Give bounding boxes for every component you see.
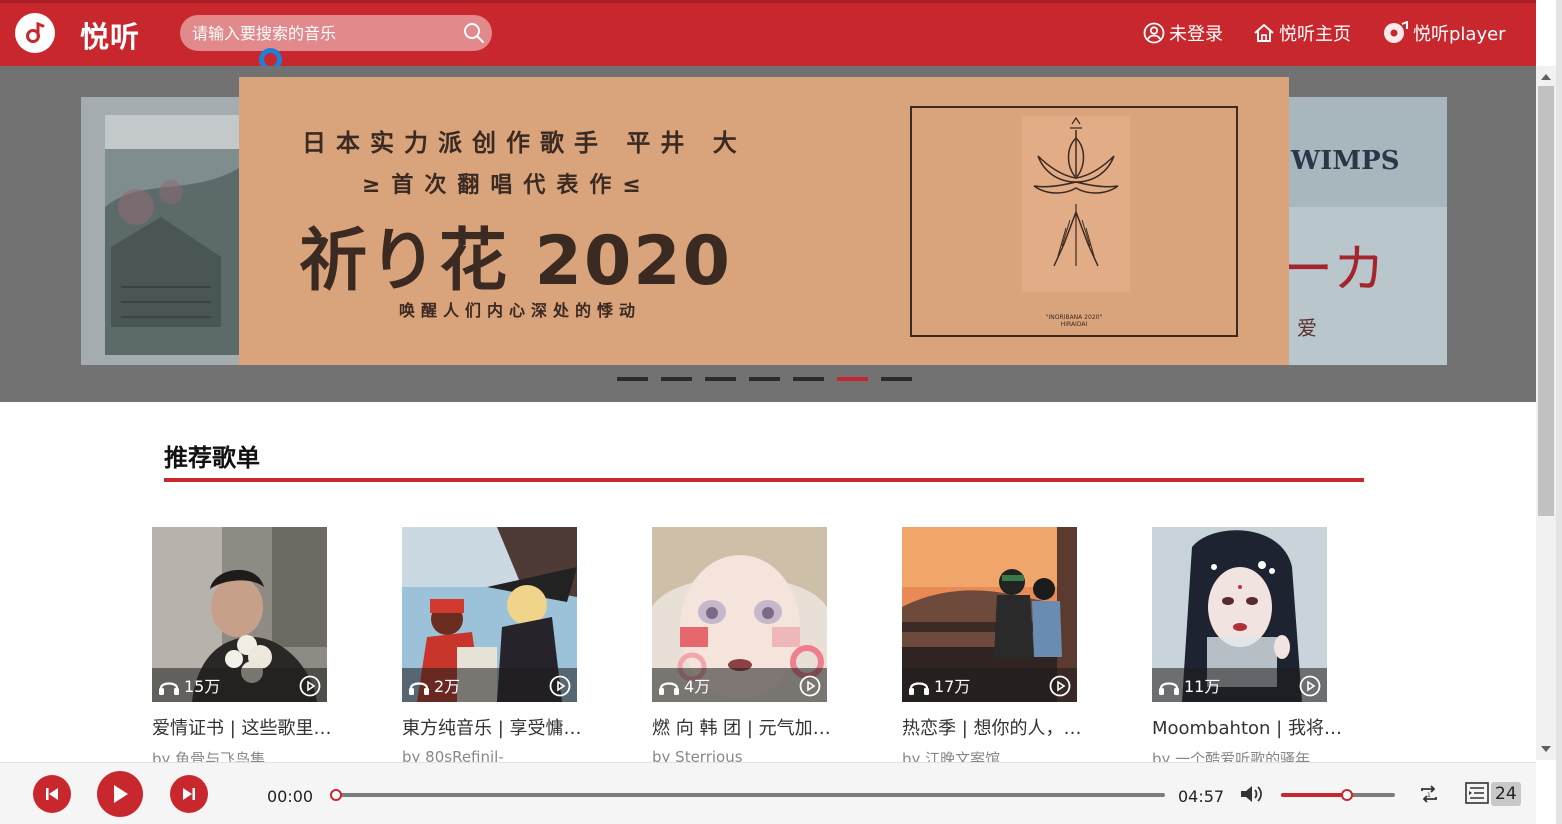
playlist-card[interactable]: 17万 热恋季 | 想你的人，你想的人 by 江晚文案馆 xyxy=(902,527,1102,769)
carousel-dot[interactable] xyxy=(705,377,736,381)
play-circle-icon[interactable] xyxy=(549,675,571,697)
headphones-icon xyxy=(659,682,679,695)
playlist-card[interactable]: 2万 東方纯音乐 | 享受慵懒的午后时光 by 80sRefinil- xyxy=(402,527,602,766)
playlist-title[interactable]: 東方纯音乐 | 享受慵懒的午后时光 xyxy=(402,714,597,740)
banner-song-title: 祈り花 2020 xyxy=(299,222,732,301)
scroll-up-arrow-icon[interactable] xyxy=(1541,74,1551,80)
logo-music-note-icon[interactable] xyxy=(15,13,55,53)
banner-next-slide[interactable]: WIMPS ーカ 爱 xyxy=(1287,97,1447,365)
banner-prev-slide[interactable] xyxy=(81,97,241,365)
play-icon xyxy=(114,785,128,803)
right-peek-small: 爱 xyxy=(1297,316,1317,340)
play-circle-icon[interactable] xyxy=(799,675,821,697)
scroll-down-arrow-icon[interactable] xyxy=(1541,746,1551,752)
lotus-prayer-artwork xyxy=(1022,116,1130,292)
banner-headline-2: ≥首次翻唱代表作≤ xyxy=(362,173,652,198)
playlist-title[interactable]: 燃 向 韩 团 | 元气加油站 xyxy=(652,714,847,740)
nav-player-label: 悦听player xyxy=(1413,24,1506,45)
volume-icon[interactable] xyxy=(1239,783,1263,805)
vertical-scrollbar[interactable] xyxy=(1536,66,1556,760)
album-cover-frame: "INORIBANA 2020" HIRAIDAI xyxy=(910,106,1238,337)
carousel-dot[interactable] xyxy=(617,377,648,381)
next-button[interactable] xyxy=(170,775,208,813)
headphones-icon xyxy=(1159,682,1179,695)
section-divider xyxy=(164,478,1364,482)
carousel-dot[interactable] xyxy=(881,377,912,381)
scrollbar-thumb[interactable] xyxy=(1538,86,1554,516)
carousel-indicators xyxy=(617,377,912,381)
volume-slider[interactable] xyxy=(1281,789,1395,801)
top-navbar: 悦听 未登录 悦听主页 悦听player xyxy=(0,0,1536,66)
player-bar: 00:00 04:57 1 24 xyxy=(0,762,1536,824)
volume-fill xyxy=(1281,793,1348,797)
carousel-dot-active[interactable] xyxy=(837,377,868,381)
playlist-icon[interactable] xyxy=(1465,782,1489,804)
play-count: 4万 xyxy=(684,677,711,696)
playlist-count-badge: 24 xyxy=(1491,782,1521,806)
play-count: 11万 xyxy=(1184,677,1221,696)
volume-knob[interactable] xyxy=(1341,789,1354,801)
search-box[interactable] xyxy=(180,15,492,51)
headphones-icon xyxy=(909,682,929,695)
nav-login-label: 未登录 xyxy=(1169,24,1223,45)
play-count: 15万 xyxy=(184,677,221,696)
svg-text:1: 1 xyxy=(1427,792,1431,799)
home-icon xyxy=(1254,24,1274,42)
window-edge xyxy=(1556,0,1562,824)
section-title: 推荐歌单 xyxy=(164,444,260,472)
headphones-icon xyxy=(159,682,179,695)
nav-home[interactable]: 悦听主页 xyxy=(1253,20,1351,46)
playlist-title[interactable]: Moombahton | 我将在你的世界里 xyxy=(1152,714,1347,740)
playlist-title[interactable]: 热恋季 | 想你的人，你想的人 xyxy=(902,714,1097,740)
playlist-cover[interactable]: 4万 xyxy=(652,527,827,702)
music-disc-icon xyxy=(1384,21,1408,43)
playlist-card[interactable]: 11万 Moombahton | 我将在你的世界里 by 一个酷爱听歌的骚年 xyxy=(1152,527,1352,769)
play-button[interactable] xyxy=(97,771,143,817)
progress-bar[interactable] xyxy=(330,789,1165,801)
playlist-cover[interactable]: 11万 xyxy=(1152,527,1327,702)
playlist-title[interactable]: 爱情证书 | 这些歌里，有你想说的情话 xyxy=(152,714,347,740)
album-caption-artist: HIRAIDAI xyxy=(1060,321,1088,328)
top-accent-line xyxy=(0,0,1536,3)
user-icon xyxy=(1143,22,1165,44)
right-peek-kana: ーカ xyxy=(1287,240,1385,300)
banner-tagline: 唤醒人们内心深处的悸动 xyxy=(399,301,642,320)
progress-knob[interactable] xyxy=(330,789,342,801)
album-caption: "INORIBANA 2020" HIRAIDAI xyxy=(912,314,1236,328)
nav-home-label: 悦听主页 xyxy=(1279,24,1351,45)
banner-current-slide[interactable]: 日本实力派创作歌手 平井 大 ≥首次翻唱代表作≤ 祈り花 2020 唤醒人们内心… xyxy=(239,77,1289,365)
playlist-cover[interactable]: 17万 xyxy=(902,527,1077,702)
playlist-cover[interactable]: 2万 xyxy=(402,527,577,702)
repeat-icon[interactable]: 1 xyxy=(1418,783,1440,805)
prev-button[interactable] xyxy=(33,775,71,813)
play-count: 2万 xyxy=(434,677,461,696)
play-count: 17万 xyxy=(934,677,971,696)
playlist-card[interactable]: 15万 爱情证书 | 这些歌里，有你想说的情话 by 鱼骨与飞鸟集 xyxy=(152,527,352,769)
play-circle-icon[interactable] xyxy=(1299,675,1321,697)
nav-player[interactable]: 悦听player xyxy=(1383,20,1506,46)
album-caption-title: "INORIBANA 2020" xyxy=(1045,314,1103,321)
banner-carousel[interactable]: WIMPS ーカ 爱 日本实力派创作歌手 平井 大 ≥首次翻唱代表作≤ 祈り花 … xyxy=(0,66,1536,402)
search-input[interactable] xyxy=(180,15,460,51)
right-peek-text: WIMPS xyxy=(1290,146,1399,176)
playlist-card[interactable]: 4万 燃 向 韩 团 | 元气加油站 by Sterrious xyxy=(652,527,852,766)
search-icon[interactable] xyxy=(462,21,486,45)
carousel-dot[interactable] xyxy=(661,377,692,381)
current-time: 00:00 xyxy=(267,787,314,806)
headphones-icon xyxy=(409,682,429,695)
nav-login[interactable]: 未登录 xyxy=(1143,20,1223,46)
play-circle-icon[interactable] xyxy=(299,675,321,697)
carousel-dot[interactable] xyxy=(793,377,824,381)
banner-headline-1: 日本实力派创作歌手 平井 大 xyxy=(302,129,747,157)
total-time: 04:57 xyxy=(1178,787,1225,806)
play-circle-icon[interactable] xyxy=(1049,675,1071,697)
playlist-cover[interactable]: 15万 xyxy=(152,527,327,702)
carousel-dot[interactable] xyxy=(749,377,780,381)
skip-previous-icon xyxy=(46,788,58,800)
skip-next-icon xyxy=(183,788,195,800)
logo-text[interactable]: 悦听 xyxy=(80,14,140,56)
